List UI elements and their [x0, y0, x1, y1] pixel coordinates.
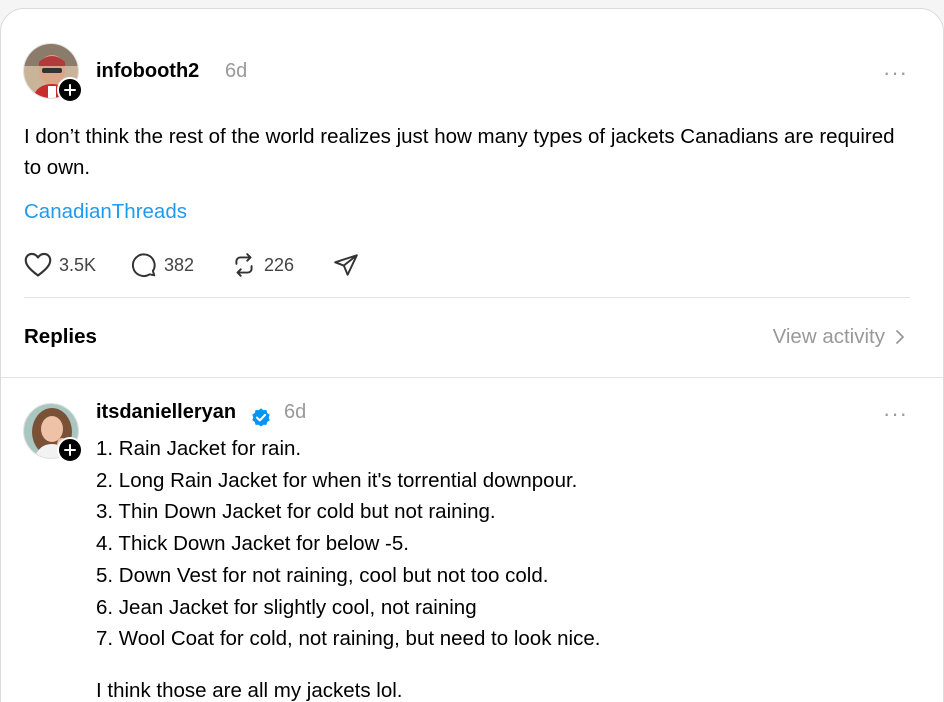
reply-timestamp[interactable]: 6d [284, 401, 306, 424]
repost-icon [235, 253, 253, 277]
post-username[interactable]: infobooth2 [96, 60, 199, 83]
share-icon [334, 254, 358, 276]
like-button[interactable]: 3.5K [24, 252, 96, 278]
reply-list: 1. Rain Jacket for rain. 2. Long Rain Ja… [96, 433, 600, 655]
replies-heading: Replies [24, 325, 97, 348]
follow-button[interactable] [57, 437, 83, 463]
post-text: I don’t think the rest of the world real… [24, 125, 895, 179]
view-activity-link[interactable]: View activity [773, 325, 905, 349]
like-count: 3.5K [59, 254, 97, 275]
list-item: 7. Wool Coat for cold, not raining, but … [96, 627, 601, 651]
verified-icon [252, 408, 270, 427]
comment-count: 382 [164, 254, 195, 275]
post-card: infobooth2 6d ··· I don’t think the rest… [0, 8, 944, 702]
reply-footer-text: I think those are all my jackets lol. [96, 679, 403, 702]
topic-tag[interactable]: CanadianThreads [24, 200, 187, 224]
repost-button[interactable]: 226 [231, 252, 294, 278]
heart-icon [24, 252, 52, 277]
plus-icon [64, 84, 76, 96]
chevron-right-icon [896, 330, 904, 344]
reply-username[interactable]: itsdanielleryan [96, 401, 236, 424]
list-item: 1. Rain Jacket for rain. [96, 437, 302, 460]
list-item: 5. Down Vest for not raining, cool but n… [96, 563, 549, 587]
repost-count: 226 [264, 254, 295, 275]
plus-icon [64, 444, 76, 456]
list-item: 2. Long Rain Jacket for when it's torren… [96, 468, 578, 492]
divider [24, 297, 910, 298]
list-item: 4. Thick Down Jacket for below -5. [96, 532, 409, 556]
comment-button[interactable]: 382 [131, 252, 194, 278]
view-activity-label: View activity [772, 325, 885, 348]
divider [1, 377, 943, 378]
reply-avatar[interactable] [23, 403, 83, 463]
post-avatar[interactable] [23, 43, 83, 103]
list-item: 3. Thin Down Jacket for cold but not rai… [96, 500, 496, 524]
post-timestamp[interactable]: 6d [225, 60, 247, 83]
share-button[interactable] [333, 252, 359, 278]
comment-icon [131, 253, 156, 277]
follow-button[interactable] [57, 77, 83, 103]
list-item: 6. Jean Jacket for slightly cool, not ra… [96, 595, 477, 619]
post-more-button[interactable]: ··· [883, 60, 908, 86]
reply-more-button[interactable]: ··· [883, 401, 908, 427]
